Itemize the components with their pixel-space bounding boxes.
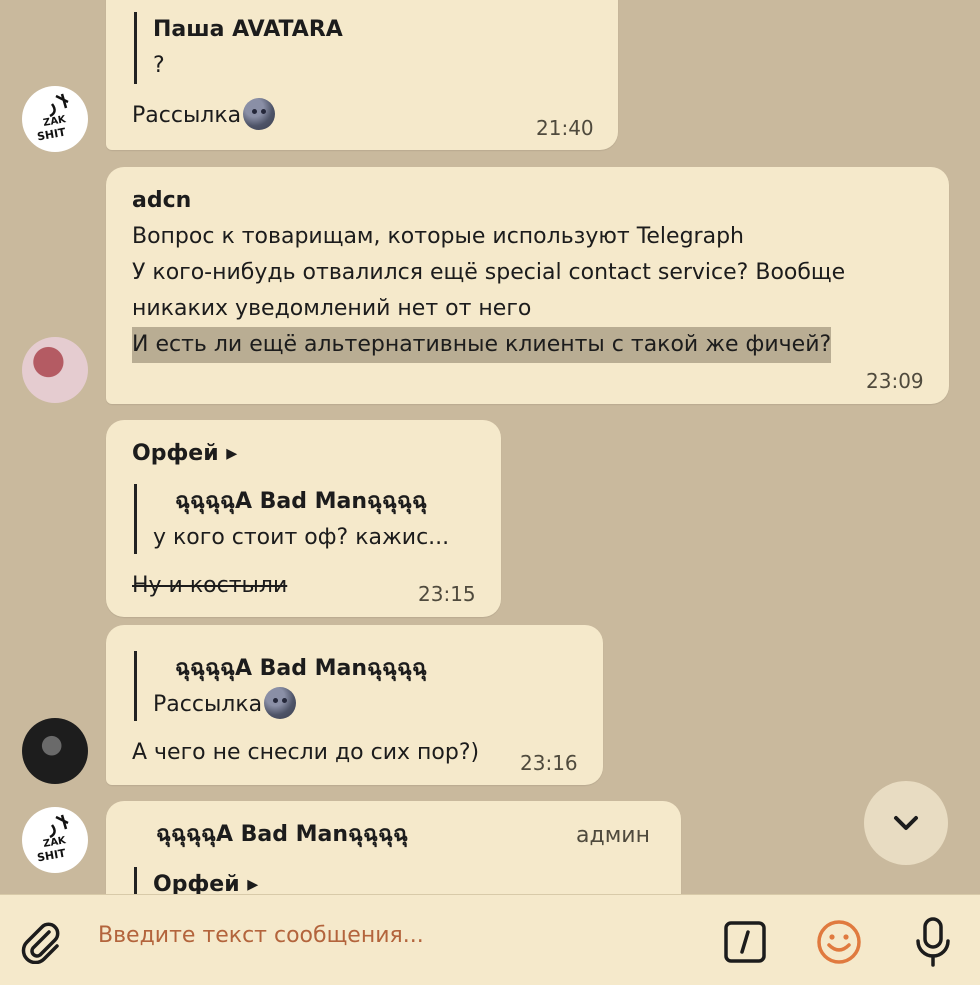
message-text: Ну и костыли [132,573,288,598]
quote-author: ฉุฉุฉุฉุA Bad Manฉุฉุฉุฉุ [175,489,427,514]
emoji-icon [817,920,861,964]
message-bubble[interactable]: Паша AVATARA ? Рассылка 21:40 [106,0,618,150]
message-text: Рассылка [132,98,276,134]
attach-icon [21,922,60,964]
new-moon-face-emoji [264,687,297,719]
chat-area: ZAK SHIT Паша AVATARA ? Рассылка 21:40 a… [0,0,980,894]
admin-badge: админ [576,823,650,848]
message-bubble[interactable]: ฉุฉุฉุฉุA Bad Manฉุฉุฉุฉุ админ Орфей ▸ [106,801,681,894]
emoji-button[interactable] [814,917,864,967]
message-input[interactable]: Введите текст сообщения... [98,923,424,948]
commands-icon [724,921,766,963]
message-line: У кого-нибудь отвалился ещё special cont… [132,260,846,285]
avatar[interactable] [22,718,88,784]
reply-quote[interactable]: Паша AVATARA ? [134,12,343,84]
reply-quote[interactable]: ฉุฉุฉุฉุA Bad Manฉุฉุฉุฉุ у кого стоит о… [134,484,449,554]
avatar[interactable] [22,337,88,403]
quote-author: ฉุฉุฉุฉุA Bad Manฉุฉุฉุฉุ [175,656,427,681]
message-time: 21:40 [536,116,594,140]
message-bubble[interactable]: adcn Вопрос к товарищам, которые использ… [106,167,949,404]
quote-text: Рассылка [153,687,427,723]
message-bubble[interactable]: ฉุฉุฉุฉุA Bad Manฉุฉุฉุฉุ Рассылка А чег… [106,625,603,785]
new-moon-face-emoji [243,98,276,130]
svg-text:SHIT: SHIT [36,126,67,144]
reply-quote[interactable]: Орфей ▸ [134,867,258,894]
sender-name[interactable]: Орфей ▸ [132,436,237,472]
quote-author: Орфей ▸ [153,872,259,894]
sender-name[interactable]: ฉุฉุฉุฉุA Bad Manฉุฉุฉุฉุ [156,817,408,853]
svg-text:SHIT: SHIT [36,847,67,865]
avatar-logo: ZAK SHIT [36,814,69,865]
message-time: 23:16 [520,751,578,775]
microphone-icon [916,917,950,967]
chevron-down-icon [894,816,918,830]
message-text: А чего не снесли до сих пор?) [132,740,480,765]
microphone-button[interactable] [910,915,956,969]
message-line-highlighted: И есть ли ещё альтернативные клиенты с т… [132,327,832,363]
message-time: 23:15 [418,582,476,606]
quote-text: у кого стоит оф? кажис... [153,525,450,550]
reply-quote[interactable]: ฉุฉุฉุฉุA Bad Manฉุฉุฉุฉุ Рассылка [134,651,427,721]
attach-button[interactable] [14,915,66,967]
message-line: никаких уведомлений нет от него [132,296,532,321]
message-line: Вопрос к товарищам, которые используют T… [132,224,744,249]
message-composer: Введите текст сообщения... [0,894,980,985]
commands-button[interactable] [722,919,768,965]
message-bubble[interactable]: Орфей ▸ ฉุฉุฉุฉุA Bad Manฉุฉุฉุฉุ у кого… [106,420,501,617]
sender-name[interactable]: adcn [132,183,191,219]
avatar[interactable]: ZAK SHIT [22,86,88,152]
quote-author: Паша AVATARA [153,17,343,42]
message-time: 23:09 [866,369,924,393]
quote-text: ? [153,53,165,78]
avatar-logo: ZAK SHIT [36,93,69,144]
avatar[interactable]: ZAK SHIT [22,807,88,873]
scroll-down-button[interactable] [864,781,948,865]
